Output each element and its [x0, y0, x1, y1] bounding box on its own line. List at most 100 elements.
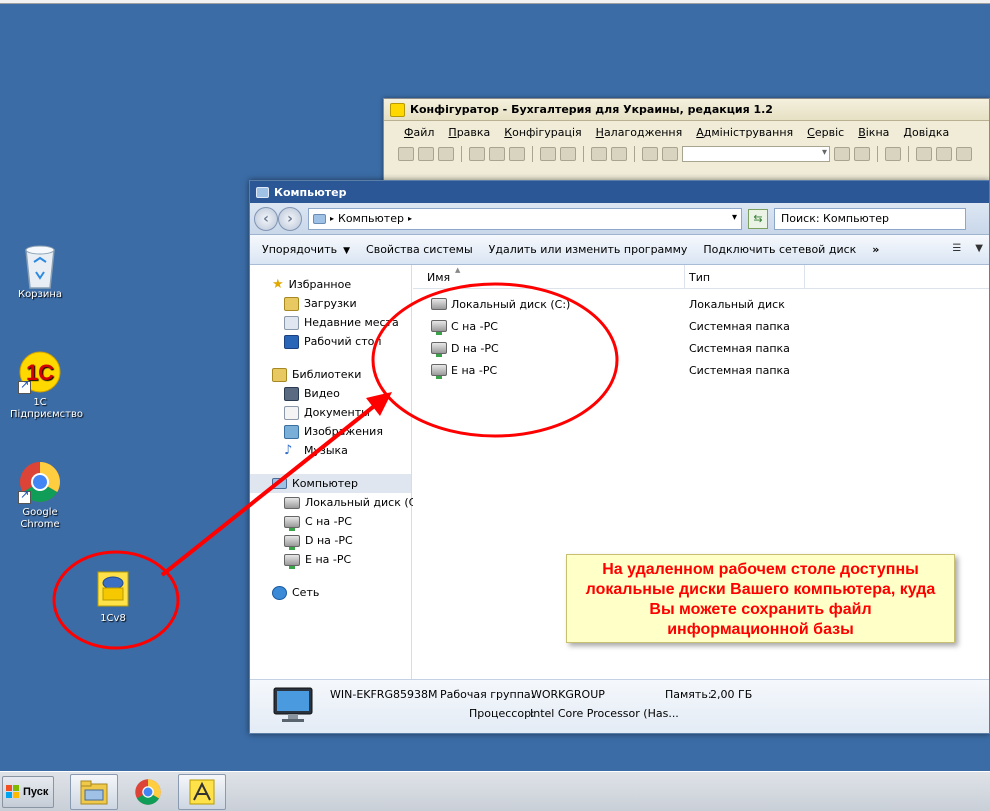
pictures-icon — [284, 424, 299, 439]
save-icon[interactable] — [438, 147, 454, 161]
menu-help[interactable]: Довідка — [903, 126, 949, 139]
column-name[interactable]: ▲ Имя — [413, 265, 685, 288]
paste-icon[interactable] — [509, 147, 525, 161]
nav-e-on-pc[interactable]: E на -PC — [250, 550, 411, 569]
nav-local-disk-c[interactable]: Локальный диск (C:) — [250, 493, 424, 512]
nav-documents[interactable]: Документы — [250, 403, 411, 422]
details-pane: WIN-EKFRG85938M Рабочая группа: WORKGROU… — [250, 679, 989, 733]
breadcrumb-separator-icon[interactable]: ▸ — [330, 214, 334, 223]
nav-label: Загрузки — [304, 297, 357, 310]
nav-label: Недавние места — [304, 316, 399, 329]
callout-line: локальные диски Вашего компьютера, куда — [585, 581, 936, 598]
search-combobox[interactable] — [682, 146, 830, 162]
address-history-dropdown-icon[interactable]: ▾ — [732, 212, 737, 223]
nav-d-on-pc[interactable]: D на -PC — [250, 531, 411, 550]
nav-recent-places[interactable]: Недавние места — [250, 313, 411, 332]
desktop-icon-1cv8-file[interactable]: 1Cv8 — [73, 566, 153, 625]
desktop-icon-1c-enterprise[interactable]: 1C 1С Підприємство — [0, 350, 83, 421]
nav-pictures[interactable]: Изображения — [250, 422, 411, 441]
address-box[interactable]: ▸ Компьютер ▸ ▾ — [308, 207, 742, 230]
breadcrumb-chevron-icon[interactable]: ▸ — [408, 214, 412, 223]
about-icon[interactable] — [956, 147, 972, 161]
menu-configuration[interactable]: Конфігурація — [504, 126, 581, 139]
find-icon[interactable] — [642, 147, 658, 161]
toolbar-separator — [583, 146, 584, 162]
help-icon[interactable] — [936, 147, 952, 161]
search-icon[interactable] — [662, 147, 678, 161]
menu-edit[interactable]: Правка — [448, 126, 490, 139]
find-prev-icon[interactable] — [854, 147, 870, 161]
print-preview-icon[interactable] — [560, 147, 576, 161]
nav-c-on-pc[interactable]: C на -PC — [250, 512, 411, 531]
map-network-drive-button[interactable]: Подключить сетевой диск — [703, 243, 856, 256]
back-button[interactable]: ‹ — [254, 206, 278, 231]
network-drive-icon — [431, 342, 447, 357]
taskbar-1c-configurator[interactable] — [178, 773, 226, 810]
menu-windows[interactable]: Вікна — [858, 126, 889, 139]
nav-computer[interactable]: Компьютер — [250, 474, 411, 493]
nav-libraries[interactable]: Библиотеки — [250, 365, 411, 384]
nav-network[interactable]: Сеть — [250, 583, 411, 602]
configurator-titlebar[interactable]: Конфігуратор - Бухгалтерия для Украины, … — [384, 99, 989, 121]
change-view-icon[interactable]: ☰ — [952, 243, 961, 254]
view-dropdown-icon[interactable]: ▼ — [975, 243, 983, 254]
start-button[interactable]: Пуск — [2, 775, 54, 808]
menu-debug[interactable]: Налагодження — [596, 126, 683, 139]
command-bar: Упорядочить ▼ Свойства системы Удалить ил… — [250, 235, 989, 265]
organize-button[interactable]: Упорядочить ▼ — [262, 243, 350, 256]
cut-icon[interactable] — [469, 147, 485, 161]
nav-music[interactable]: ♪ Музыка — [250, 441, 411, 460]
undo-icon[interactable] — [591, 147, 607, 161]
find-next-icon[interactable] — [834, 147, 850, 161]
system-properties-button[interactable]: Свойства системы — [366, 243, 473, 256]
assistant-icon[interactable] — [916, 147, 932, 161]
memory-label: Память: — [665, 688, 712, 701]
taskbar-chrome[interactable] — [124, 774, 172, 810]
desktop-icon-google-chrome[interactable]: Google Chrome — [0, 460, 80, 531]
toolbar-separator — [908, 146, 909, 162]
taskbar-explorer[interactable] — [70, 773, 118, 810]
print-icon[interactable] — [540, 147, 556, 161]
nav-favorites[interactable]: ★ Избранное — [250, 275, 411, 294]
open-icon[interactable] — [418, 147, 434, 161]
file-row-d-on-pc[interactable]: D на -PC Системная папка — [413, 337, 989, 359]
column-headers: ▲ Имя Тип — [413, 265, 989, 289]
callout-line: Вы можете сохранить файл — [649, 601, 872, 618]
copy-icon[interactable] — [489, 147, 505, 161]
desktop-icon-recycle-bin[interactable]: Корзина — [0, 242, 80, 301]
explorer-titlebar[interactable]: Компьютер — [250, 181, 989, 203]
menu-file[interactable]: Файл — [404, 126, 434, 139]
file-name: Локальный диск (C:) — [451, 297, 571, 311]
explorer-folder-icon — [80, 780, 108, 804]
uninstall-program-button[interactable]: Удалить или изменить программу — [489, 243, 688, 256]
redo-icon[interactable] — [611, 147, 627, 161]
new-icon[interactable] — [398, 147, 414, 161]
configurator-window[interactable]: Конфігуратор - Бухгалтерия для Украины, … — [383, 98, 990, 188]
file-row-c-on-pc[interactable]: C на -PC Системная папка — [413, 315, 989, 337]
desktop: Корзина 1C 1С Підприємство Google Chrom — [0, 0, 990, 771]
address-text[interactable]: Компьютер — [338, 212, 404, 225]
nav-video[interactable]: Видео — [250, 384, 411, 403]
callout-line: На удаленном рабочем столе доступны — [602, 561, 919, 578]
shortcut-arrow-icon — [18, 489, 31, 504]
menu-service[interactable]: Сервіс — [807, 126, 844, 139]
file-row-e-on-pc[interactable]: E на -PC Системная папка — [413, 359, 989, 381]
view-options: ☰ ▼ — [952, 243, 983, 254]
refresh-button[interactable]: ⇆ — [748, 208, 768, 229]
nav-desktop[interactable]: Рабочий стол — [250, 332, 411, 351]
explorer-window[interactable]: Компьютер ‹ › ▸ Компьютер ▸ ▾ ⇆ Поиск: К… — [249, 180, 990, 734]
windows-icon[interactable] — [885, 147, 901, 161]
file-row-local-disk[interactable]: Локальный диск (C:) Локальный диск — [413, 293, 989, 315]
sort-ascending-icon: ▲ — [455, 266, 461, 274]
computer-name: WIN-EKFRG85938M — [330, 688, 438, 701]
nav-label: Рабочий стол — [304, 335, 382, 348]
memory-value: 2,00 ГБ — [710, 688, 753, 701]
forward-button[interactable]: › — [278, 206, 302, 231]
search-input[interactable]: Поиск: Компьютер — [774, 207, 966, 230]
file-name: C на -PC — [451, 319, 498, 333]
nav-downloads[interactable]: Загрузки — [250, 294, 411, 313]
more-commands-button[interactable]: » — [872, 243, 879, 256]
column-type[interactable]: Тип — [685, 265, 805, 288]
computer-icon — [272, 478, 287, 489]
menu-administration[interactable]: Адміністрування — [696, 126, 793, 139]
